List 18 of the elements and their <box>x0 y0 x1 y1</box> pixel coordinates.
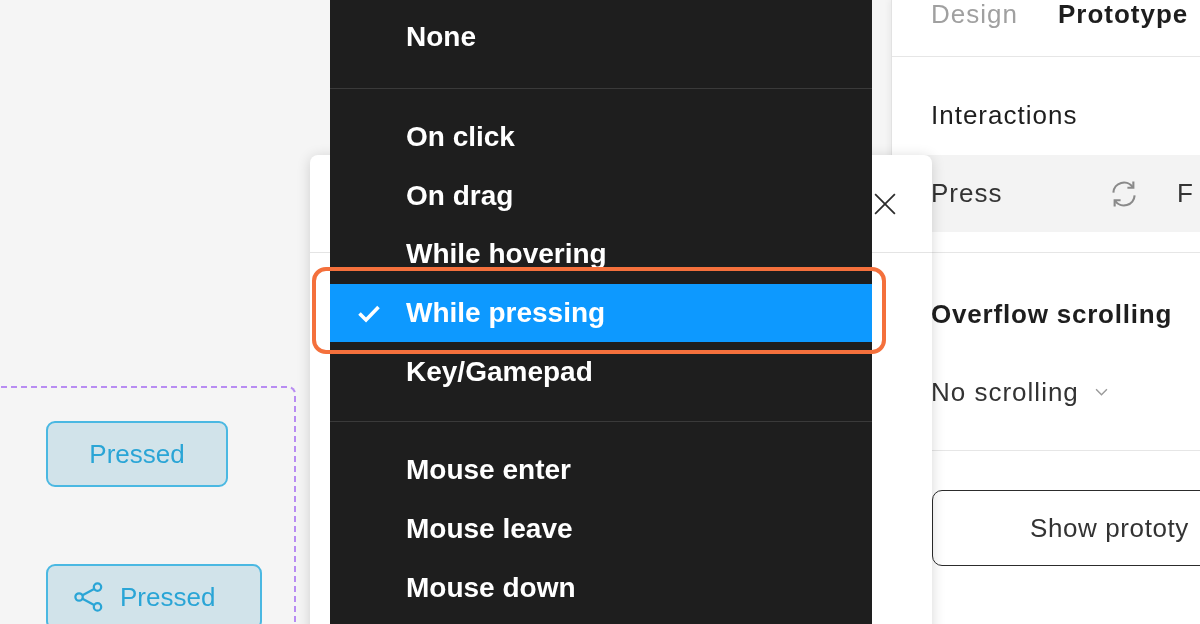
menu-item[interactable]: Key/Gamepad <box>330 342 872 402</box>
check-icon <box>357 303 381 323</box>
menu-item[interactable]: Mouse down <box>330 558 872 618</box>
menu-item[interactable]: On click <box>330 107 872 167</box>
interaction-action: F <box>1177 178 1193 209</box>
interaction-trigger: Press <box>931 178 1004 209</box>
section-title: Overflow scrolling <box>931 300 1173 328</box>
overflow-dropdown[interactable]: No scrolling <box>931 378 1108 406</box>
menu-item[interactable]: Mouse enter <box>330 441 872 500</box>
section-title: Interactions <box>931 101 1078 129</box>
panel-tab[interactable]: Prototype <box>1057 0 1189 28</box>
menu-item[interactable]: None <box>330 8 872 67</box>
close-icon[interactable] <box>874 192 896 215</box>
chevron-down-icon <box>1094 388 1108 396</box>
menu-item[interactable]: While hovering <box>330 225 872 284</box>
menu-item[interactable]: On drag <box>330 166 872 226</box>
menu-item[interactable]: Mouse leave <box>330 499 872 559</box>
show-prototype-button[interactable]: Show prototy <box>932 490 1200 566</box>
